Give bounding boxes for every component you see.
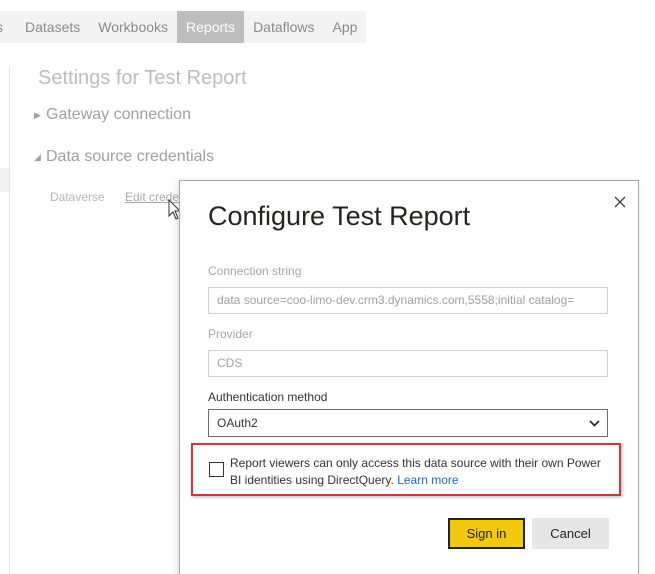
connection-string-field: data source=coo-limo-dev.crm3.dynamics.c… [208,287,608,314]
left-divider [9,66,10,574]
triangle-down-icon: ◢ [34,151,41,162]
tab-dataflows[interactable]: Dataflows [244,11,323,43]
auth-method-select[interactable]: OAuth2 [208,409,608,437]
settings-title: Settings for Test Report [38,67,247,89]
configure-dialog: Configure Test Report Connection string … [179,180,639,574]
auth-method-label: Authentication method [208,390,328,404]
directquery-identity-checkbox[interactable] [209,462,224,477]
provider-label: Provider [208,327,253,341]
close-icon[interactable] [613,195,627,209]
tab-app[interactable]: App [324,11,367,43]
gateway-connection-section[interactable]: ▶ Gateway connection [34,106,191,124]
gateway-connection-label: Gateway connection [46,106,191,123]
cancel-button[interactable]: Cancel [532,518,609,549]
datasource-credentials-label: Data source credentials [46,148,215,165]
tab-workbooks[interactable]: Workbooks [89,11,177,43]
sign-in-button[interactable]: Sign in [448,518,525,549]
datasource-credentials-section[interactable]: ◢ Data source credentials [34,148,214,166]
triangle-right-icon: ▶ [34,109,41,120]
provider-field: CDS [208,350,608,377]
workspace-tabs: s Datasets Workbooks Reports Dataflows A… [0,11,367,43]
tab-dashboards[interactable]: s [0,11,16,43]
directquery-identity-text: Report viewers can only access this data… [230,455,610,489]
dialog-title: Configure Test Report [208,201,471,231]
tab-datasets[interactable]: Datasets [16,11,89,43]
learn-more-link[interactable]: Learn more [397,473,458,487]
connection-string-label: Connection string [208,264,302,278]
tab-reports[interactable]: Reports [177,11,245,43]
auth-method-value: OAuth2 [217,416,258,430]
datasource-name: Dataverse [50,190,105,204]
left-nav-selection [0,168,9,192]
chevron-down-icon [589,420,600,427]
